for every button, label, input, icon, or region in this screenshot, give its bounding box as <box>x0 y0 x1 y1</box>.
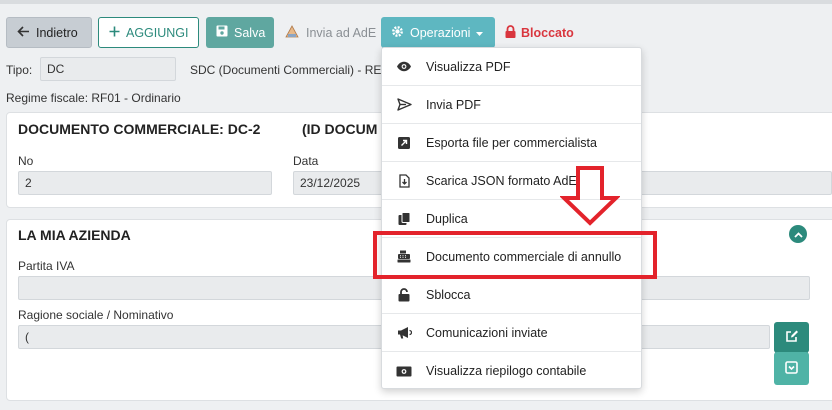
regime-fiscale-text: Regime fiscale: RF01 - Ordinario <box>6 91 181 105</box>
menu-item-esporta-file[interactable]: Esporta file per commercialista <box>382 124 641 162</box>
collapse-button[interactable] <box>789 225 807 243</box>
archive-icon <box>785 360 798 377</box>
add-label: AGGIUNGI <box>126 25 189 40</box>
top-border <box>0 0 832 4</box>
no-field[interactable]: 2 <box>18 171 272 195</box>
menu-item-label: Scarica JSON formato AdE <box>426 173 577 188</box>
annotation-arrow <box>559 165 621 230</box>
caret-down-icon <box>476 26 484 40</box>
menu-item-visualizza-pdf[interactable]: Visualizza PDF <box>382 48 641 86</box>
save-label: Salva <box>234 25 266 40</box>
tipo-field[interactable]: DC <box>40 57 176 81</box>
sdc-text: SDC (Documenti Commerciali) - RE <box>190 63 382 77</box>
menu-item-sblocca[interactable]: Sblocca <box>382 276 641 314</box>
tipo-label: Tipo: <box>6 63 33 77</box>
copy-icon <box>396 211 412 227</box>
edit-button[interactable] <box>774 322 809 353</box>
ade-logo-icon <box>284 24 300 42</box>
operations-label: Operazioni <box>410 25 471 40</box>
annotation-highlight-box <box>373 231 657 279</box>
no-label: No <box>18 154 34 168</box>
menu-item-label: Comunicazioni inviate <box>426 325 548 340</box>
company-card-title: LA MIA AZIENDA <box>18 227 131 243</box>
floppy-disk-icon <box>216 25 228 40</box>
money-bill-icon <box>396 363 412 379</box>
arrow-left-icon <box>17 25 30 40</box>
menu-item-riepilogo[interactable]: Visualizza riepilogo contabile <box>382 352 641 390</box>
add-button[interactable]: AGGIUNGI <box>98 17 199 48</box>
unlock-icon <box>396 287 412 303</box>
document-card-id: (ID DOCUM <box>302 121 378 137</box>
save-button[interactable]: Salva <box>206 17 274 48</box>
back-button[interactable]: Indietro <box>6 17 92 48</box>
menu-item-label: Invia PDF <box>426 97 481 112</box>
edit-icon <box>785 329 799 346</box>
gear-icon <box>391 25 404 41</box>
document-card-title: DOCUMENTO COMMERCIALE: DC-2 <box>18 121 261 137</box>
ragione-sociale-label: Ragione sociale / Nominativo <box>18 308 174 322</box>
external-link-icon <box>396 135 412 151</box>
menu-item-label: Sblocca <box>426 287 471 302</box>
eye-icon <box>396 59 412 75</box>
back-label: Indietro <box>36 25 78 40</box>
menu-item-label: Esporta file per commercialista <box>426 135 597 150</box>
menu-item-comunicazioni[interactable]: Comunicazioni inviate <box>382 314 641 352</box>
archive-button[interactable] <box>774 352 809 385</box>
chevron-up-icon <box>793 227 803 241</box>
locked-status: Bloccato <box>505 17 574 48</box>
menu-item-label: Visualizza PDF <box>426 59 511 74</box>
document-extra-field[interactable] <box>640 171 832 195</box>
send-ade-label: Invia ad AdE <box>306 25 377 40</box>
operations-dropdown-button[interactable]: Operazioni <box>381 17 495 48</box>
plus-icon <box>109 26 120 40</box>
menu-item-label: Duplica <box>426 211 468 226</box>
megaphone-icon <box>396 325 412 341</box>
menu-item-label: Visualizza riepilogo contabile <box>426 364 587 378</box>
locked-label: Bloccato <box>521 25 574 40</box>
partita-iva-label: Partita IVA <box>18 259 75 273</box>
data-label: Data <box>293 154 319 168</box>
send-ade-button[interactable]: Invia ad AdE <box>278 17 378 48</box>
lock-icon <box>505 24 516 41</box>
send-icon <box>396 97 412 113</box>
download-file-icon <box>396 173 412 189</box>
data-field[interactable]: 23/12/2025 <box>293 171 383 195</box>
menu-item-invia-pdf[interactable]: Invia PDF <box>382 86 641 124</box>
